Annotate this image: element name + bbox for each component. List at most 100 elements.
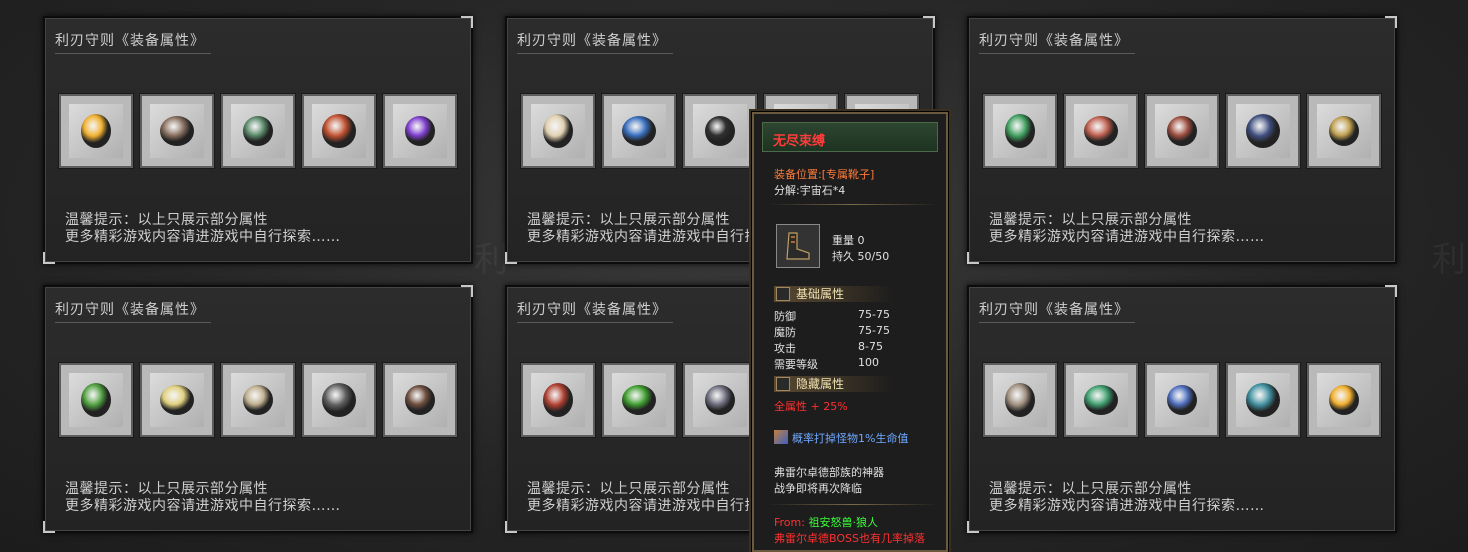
panel-title: 利刃守则《装备属性》 — [979, 299, 1135, 323]
item-slot[interactable] — [683, 94, 757, 168]
slot-frame — [393, 104, 447, 158]
tip-line-1: 温馨提示：以上只展示部分属性 — [65, 212, 268, 228]
tip-line-2: 更多精彩游戏内容请进游戏中自行探索…… — [989, 498, 1265, 514]
stat-label: 攻击 — [774, 342, 796, 355]
equipment-icon — [81, 383, 111, 417]
equipment-icon — [1246, 383, 1280, 417]
item-slot[interactable] — [221, 94, 295, 168]
item-slot[interactable] — [221, 363, 295, 437]
item-slot[interactable] — [602, 94, 676, 168]
panel-title: 利刃守则《装备属性》 — [55, 30, 211, 54]
stat-row: 防御 75-75 — [774, 308, 914, 324]
from-value: 祖安怒兽·狼人 — [808, 516, 878, 529]
item-weight: 重量 0 — [832, 234, 865, 247]
item-slot[interactable] — [1064, 363, 1138, 437]
divider — [768, 504, 938, 505]
equipment-icon — [1329, 385, 1359, 415]
section-title: 基础属性 — [796, 287, 845, 301]
item-slot[interactable] — [683, 363, 757, 437]
panel-title: 利刃守则《装备属性》 — [517, 30, 673, 54]
skill-icon — [774, 430, 788, 444]
equipment-icon — [243, 116, 273, 146]
stat-value: 75-75 — [858, 324, 890, 337]
item-slot[interactable] — [140, 94, 214, 168]
equipment-icon — [81, 114, 111, 148]
equipment-icon — [160, 116, 194, 146]
equipment-icon — [405, 116, 435, 146]
slot-frame — [612, 373, 666, 427]
tip-line-2: 更多精彩游戏内容请进游戏中自行探索…… — [65, 229, 341, 245]
section-title: 隐藏属性 — [796, 377, 845, 391]
hidden-attributes-header: 隐藏属性 — [774, 376, 894, 392]
equipment-icon — [405, 385, 435, 415]
item-slot[interactable] — [1226, 94, 1300, 168]
item-slot[interactable] — [59, 363, 133, 437]
tip-line-2: 更多精彩游戏内容请进游戏中自行探索…… — [989, 229, 1265, 245]
slot-frame — [69, 104, 123, 158]
slot-frame — [150, 104, 204, 158]
equipment-icon — [322, 114, 356, 148]
slot-frame — [531, 373, 585, 427]
slot-frame — [312, 373, 366, 427]
equipment-icon — [1167, 385, 1197, 415]
stat-value: 75-75 — [858, 308, 890, 321]
panel-title: 利刃守则《装备属性》 — [979, 30, 1135, 54]
item-slot[interactable] — [983, 94, 1057, 168]
stat-label: 防御 — [774, 310, 796, 323]
item-slot[interactable] — [1064, 94, 1138, 168]
slot-frame — [1155, 373, 1209, 427]
bg-watermark: 利 — [1432, 240, 1466, 280]
drop-note: 弗雷尔卓德BOSS也有几率掉落 — [774, 532, 925, 545]
item-slot[interactable] — [1307, 94, 1381, 168]
equipment-icon — [1005, 114, 1035, 148]
slot-frame — [231, 373, 285, 427]
item-slot[interactable] — [1307, 363, 1381, 437]
from-label: From: — [774, 516, 805, 529]
item-slot[interactable] — [521, 94, 595, 168]
lore-line-1: 弗雷尔卓德部族的神器 — [774, 466, 884, 479]
item-slot[interactable] — [983, 363, 1057, 437]
item-slot[interactable] — [302, 94, 376, 168]
slot-frame — [1317, 104, 1371, 158]
equipment-icon — [1246, 114, 1280, 148]
item-slot[interactable] — [140, 363, 214, 437]
item-slot[interactable] — [521, 363, 595, 437]
item-durability: 持久 50/50 — [832, 250, 890, 263]
item-slot[interactable] — [1226, 363, 1300, 437]
equipment-icon — [1005, 383, 1035, 417]
item-slot[interactable] — [59, 94, 133, 168]
all-attributes: 全属性 + 25% — [774, 400, 848, 413]
equipment-icon — [543, 114, 573, 148]
sword-icon — [776, 377, 790, 391]
slot-frame — [1155, 104, 1209, 158]
item-slot[interactable] — [602, 363, 676, 437]
panel-title: 利刃守则《装备属性》 — [55, 299, 211, 323]
panel-tip: 温馨提示：以上只展示部分属性 更多精彩游戏内容请进游戏中自行探索…… — [989, 212, 1265, 246]
item-slot[interactable] — [383, 363, 457, 437]
equipment-icon — [622, 385, 656, 415]
equipment-panel-4: 利刃守则《装备属性》 温馨提示：以上只展示部分属性 更多精彩游戏内容请进游戏中自… — [43, 285, 473, 533]
equipment-icon — [705, 385, 735, 415]
item-tooltip: 无尽束缚 装备位置:[专属靴子] 分解:宇宙石*4 重量 0 持久 50/50 … — [752, 112, 948, 552]
item-slot[interactable] — [1145, 94, 1219, 168]
equipment-icon — [160, 385, 194, 415]
decompose-info: 分解:宇宙石*4 — [774, 184, 846, 197]
item-slot[interactable] — [1145, 363, 1219, 437]
slot-frame — [1236, 373, 1290, 427]
stat-value: 100 — [858, 356, 879, 369]
slot-frame — [693, 373, 747, 427]
item-slot[interactable] — [383, 94, 457, 168]
panel-tip: 温馨提示：以上只展示部分属性 更多精彩游戏内容请进游戏中自行探索…… — [65, 212, 341, 246]
slot-frame — [993, 104, 1047, 158]
item-icon — [776, 224, 820, 268]
item-slots — [983, 94, 1381, 168]
stat-row: 攻击 8-75 — [774, 340, 914, 356]
item-slot[interactable] — [302, 363, 376, 437]
item-name: 无尽束缚 — [762, 122, 938, 152]
drop-chance: 概率打掉怪物1%生命值 — [774, 430, 908, 446]
slot-frame — [612, 104, 666, 158]
slot-frame — [993, 373, 1047, 427]
boots-icon — [786, 232, 810, 260]
equipment-icon — [1167, 116, 1197, 146]
slot-frame — [150, 373, 204, 427]
